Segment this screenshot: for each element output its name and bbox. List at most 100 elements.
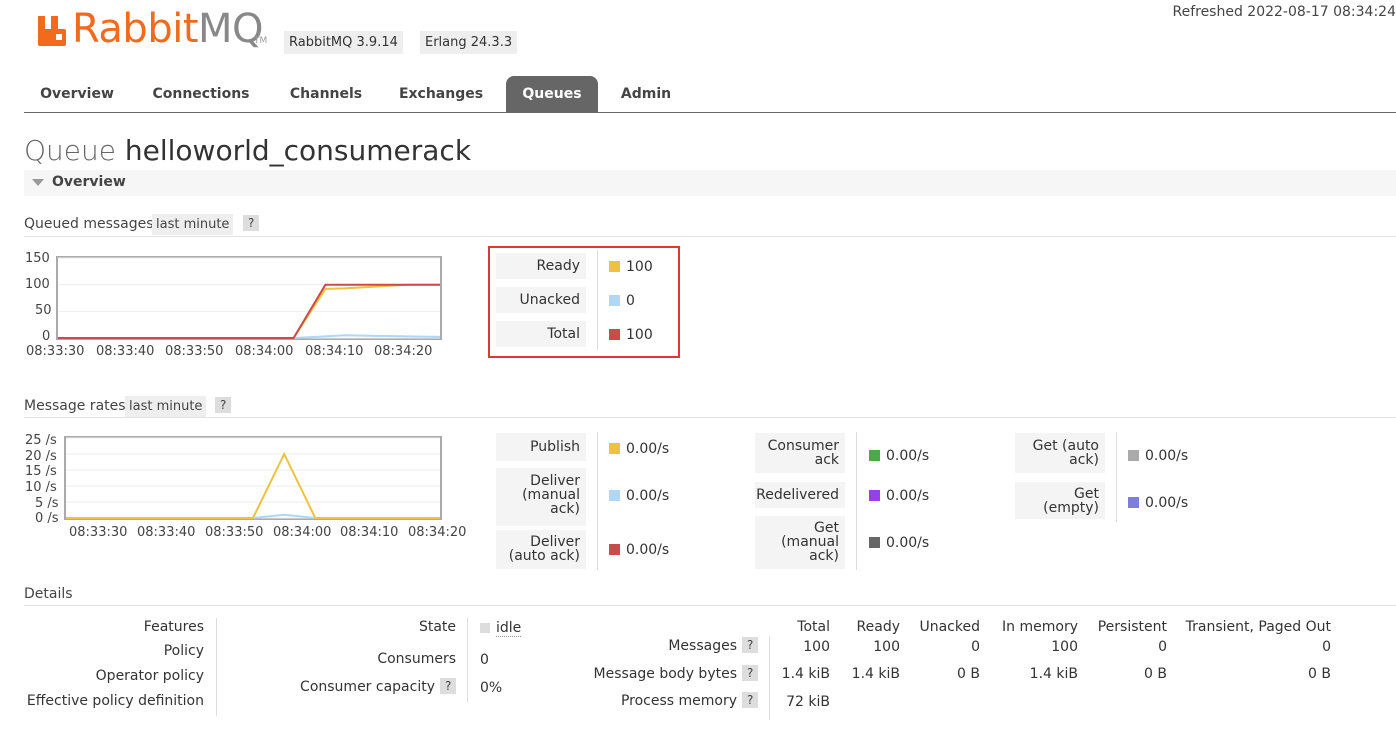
table-cell: 100 xyxy=(803,639,830,655)
rates-x-tick: 08:34:00 xyxy=(273,525,332,540)
legend-swatch xyxy=(869,450,880,461)
divider xyxy=(467,618,468,702)
message-rates-title: Message rates xyxy=(24,398,126,414)
chart-frame xyxy=(56,256,442,340)
consumers-value: 0 xyxy=(480,652,489,668)
legend-swatch xyxy=(869,490,880,501)
message-body-bytes-label: Message body bytes xyxy=(593,666,737,682)
table-cell: 0 B xyxy=(957,666,980,682)
refresh-status[interactable]: Refreshed 2022-08-17 08:34:24 xyxy=(1172,4,1396,20)
queue-name: helloworld_consumerack xyxy=(124,134,472,167)
triangle-down-icon xyxy=(32,179,44,186)
rates-x-tick: 08:34:20 xyxy=(408,525,467,540)
queued-x-tick: 08:34:20 xyxy=(374,344,433,359)
divider xyxy=(24,605,1396,606)
consumer-ack-label: Consumer ack xyxy=(755,433,845,473)
queued-x-tick: 08:33:30 xyxy=(26,344,85,359)
messages-label: Messages xyxy=(668,638,737,654)
publish-label: Publish xyxy=(496,433,586,461)
rabbitmq-logo-icon xyxy=(38,16,66,46)
rates-x-tick: 08:34:10 xyxy=(340,525,399,540)
rates-y-tick: 5 /s xyxy=(35,496,59,511)
divider xyxy=(1116,432,1117,522)
table-header: Persistent xyxy=(1097,619,1167,635)
table-header: Total xyxy=(797,619,830,635)
legend-swatch xyxy=(609,261,620,272)
rates-help-button[interactable]: ? xyxy=(215,397,232,413)
queued-x-tick: 08:34:00 xyxy=(235,344,294,359)
redelivered-rate: 0.00/s xyxy=(869,488,929,504)
divider xyxy=(24,417,1396,418)
legend-swatch xyxy=(869,537,880,548)
capacity-help-button[interactable]: ? xyxy=(440,678,457,694)
table-header: Ready xyxy=(856,619,900,635)
rates-y-tick: 15 /s xyxy=(25,464,57,479)
rates-x-tick: 08:33:40 xyxy=(137,525,196,540)
rates-y-tick: 0 /s xyxy=(35,511,59,526)
chart-frame xyxy=(64,436,442,520)
get-empty-rate: 0.00/s xyxy=(1128,495,1188,511)
message-rates-chart xyxy=(64,436,442,520)
rates-range-selector[interactable]: last minute xyxy=(125,396,207,417)
table-cell: 0 B xyxy=(1308,666,1331,682)
process-memory-help-button[interactable]: ? xyxy=(742,692,759,708)
body-bytes-help-button[interactable]: ? xyxy=(742,665,759,681)
policy-label: Policy xyxy=(163,643,204,659)
deliver-auto-ack-label: Deliver (auto ack) xyxy=(496,530,586,569)
version-badge: RabbitMQ 3.9.14 xyxy=(284,31,403,54)
erlang-badge: Erlang 24.3.3 xyxy=(420,31,518,54)
get-manual-ack-label: Get (manual ack) xyxy=(755,516,845,569)
tab-exchanges[interactable]: Exchanges xyxy=(388,76,494,112)
queued-help-button[interactable]: ? xyxy=(243,215,260,231)
table-header: In memory xyxy=(1002,619,1078,635)
details-title: Details xyxy=(24,586,73,602)
queued-messages-title: Queued messages xyxy=(24,216,154,232)
unacked-label: Unacked xyxy=(496,287,586,313)
queued-range-selector[interactable]: last minute xyxy=(152,214,234,235)
overview-section-toggle[interactable]: Overview xyxy=(24,170,1396,196)
get-auto-ack-label: Get (auto ack) xyxy=(1015,433,1105,473)
legend-swatch xyxy=(609,295,620,306)
legend-swatch xyxy=(1128,497,1139,508)
logo-rabbit-text: Rabbit xyxy=(72,6,199,52)
get-empty-label: Get (empty) xyxy=(1015,482,1105,519)
redelivered-label: Redelivered xyxy=(755,482,845,508)
tab-admin[interactable]: Admin xyxy=(608,76,684,112)
consumer-ack-rate: 0.00/s xyxy=(869,448,929,464)
ready-value: 100 xyxy=(609,259,653,275)
ready-label: Ready xyxy=(496,253,586,279)
consumers-label: Consumers xyxy=(377,651,456,667)
table-header: Transient, Paged Out xyxy=(1185,619,1331,635)
queued-x-tick: 08:33:40 xyxy=(96,344,155,359)
process-memory-label: Process memory xyxy=(620,693,737,709)
total-label: Total xyxy=(496,321,586,347)
table-cell: 0 xyxy=(1158,639,1167,655)
tab-connections[interactable]: Connections xyxy=(140,76,262,112)
queued-x-tick: 08:34:10 xyxy=(305,344,364,359)
get-manual-ack-rate: 0.00/s xyxy=(869,535,929,551)
tab-queues[interactable]: Queues xyxy=(506,76,598,112)
queued-y-tick: 150 xyxy=(25,251,50,266)
table-cell: 1.4 kiB xyxy=(851,666,900,682)
divider xyxy=(597,250,598,350)
rates-y-tick: 10 /s xyxy=(25,480,57,495)
section-title: Overview xyxy=(52,174,126,190)
publish-rate: 0.00/s xyxy=(609,441,669,457)
tab-channels[interactable]: Channels xyxy=(274,76,378,112)
tab-overview[interactable]: Overview xyxy=(24,76,130,112)
queued-y-tick: 100 xyxy=(25,277,50,292)
messages-help-button[interactable]: ? xyxy=(742,637,759,653)
effective-policy-label: Effective policy definition xyxy=(26,693,204,709)
table-cell: 100 xyxy=(1051,639,1078,655)
table-cell: 1.4 kiB xyxy=(1029,666,1078,682)
unacked-value: 0 xyxy=(609,293,635,309)
operator-policy-label: Operator policy xyxy=(95,668,204,684)
table-cell: 0 xyxy=(971,639,980,655)
rates-y-tick: 20 /s xyxy=(25,449,57,464)
queued-x-tick: 08:33:50 xyxy=(165,344,224,359)
table-cell: 100 xyxy=(873,639,900,655)
legend-swatch xyxy=(609,329,620,340)
legend-swatch xyxy=(1128,450,1139,461)
consumer-capacity-label: Consumer capacity xyxy=(300,679,435,695)
divider xyxy=(216,618,217,716)
